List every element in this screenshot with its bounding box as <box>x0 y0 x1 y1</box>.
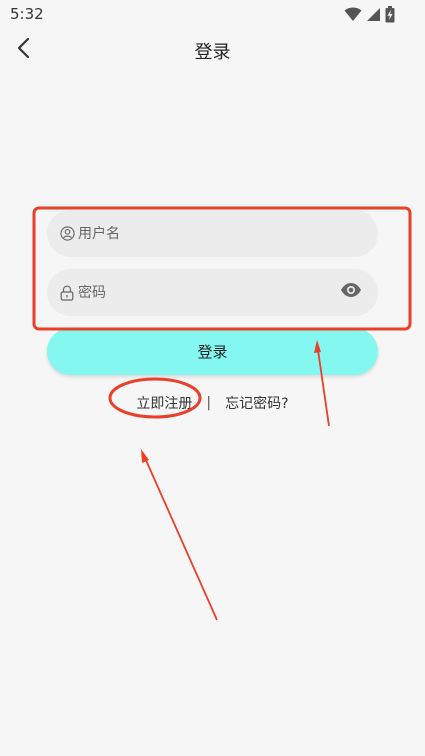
auth-links: 立即注册 | 忘记密码? <box>0 393 425 413</box>
register-link[interactable]: 立即注册 <box>136 393 192 413</box>
login-screen: 5:32 登录 用户名 登录 立即注册 | 忘记密码? <box>0 0 425 756</box>
wifi-icon <box>344 6 362 22</box>
page-title: 登录 <box>194 42 231 63</box>
status-time: 5:32 <box>10 5 44 23</box>
status-icons <box>344 5 395 23</box>
password-visibility-toggle[interactable] <box>340 281 362 303</box>
password-field[interactable] <box>47 269 378 316</box>
annotation-arrow-left <box>141 449 218 621</box>
lock-icon <box>59 285 75 301</box>
login-button[interactable]: 登录 <box>47 328 378 375</box>
annotation-overlay <box>32 206 412 621</box>
eye-icon <box>340 282 362 302</box>
password-input[interactable] <box>78 277 298 308</box>
user-icon <box>59 226 75 242</box>
app-bar: 登录 <box>0 30 425 70</box>
signal-icon <box>366 7 381 22</box>
username-input[interactable] <box>78 218 298 249</box>
forgot-password-link[interactable]: 忘记密码? <box>225 393 288 413</box>
status-bar: 5:32 <box>0 0 425 28</box>
username-field[interactable] <box>47 210 378 257</box>
link-separator: | <box>206 395 212 411</box>
battery-charging-icon <box>385 5 395 23</box>
